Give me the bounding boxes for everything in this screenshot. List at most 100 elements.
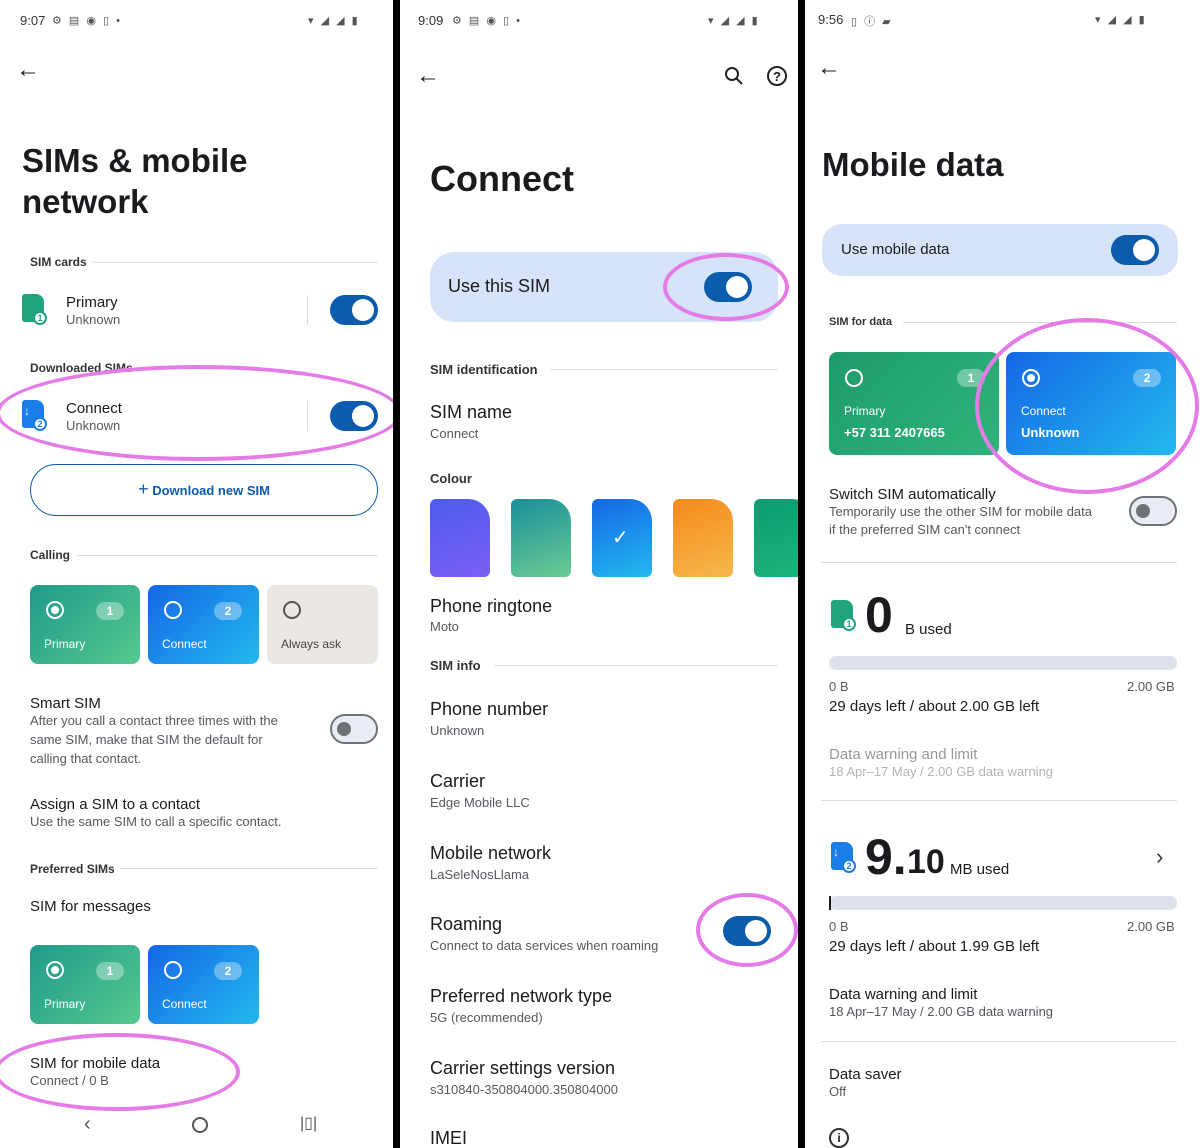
ringtone-value: Moto [430, 619, 459, 634]
sim-row-primary[interactable]: 1 Primary Unknown [0, 285, 393, 335]
status-system-icons: ▾ ◢ ◢ ▮ [308, 15, 360, 27]
sim-number-pill: 2 [214, 962, 242, 980]
data-saver-row[interactable]: Data saver Off [805, 1062, 1200, 1102]
use-mobile-data-row[interactable]: Use mobile data [822, 224, 1178, 276]
card-label: Primary [844, 404, 886, 418]
smart-sim-toggle[interactable] [330, 714, 378, 744]
plus-icon: + [138, 479, 149, 499]
use-sim-toggle[interactable] [704, 272, 752, 302]
carrier-settings-title: Carrier settings version [430, 1058, 616, 1078]
colour-swatch-green[interactable] [754, 499, 798, 577]
imei-title: IMEI [430, 1128, 468, 1148]
primary-sim-toggle[interactable] [330, 295, 378, 325]
calling-card-connect[interactable]: 2 Connect [148, 585, 259, 664]
messages-card-primary[interactable]: 1 Primary [30, 945, 140, 1024]
usage-left: 29 days left / about 2.00 GB left [829, 698, 1040, 715]
data-sim-card-primary[interactable]: 1 Primary +57 311 2407665 [829, 352, 999, 455]
sim-number-pill: 1 [96, 602, 124, 620]
sim-name-value: Connect [430, 426, 479, 441]
roaming-row[interactable]: Roaming Connect to data services when ro… [400, 910, 798, 956]
calling-card-always-ask[interactable]: Always ask [267, 585, 378, 664]
roaming-toggle[interactable] [723, 916, 771, 946]
sim-number-pill: 1 [957, 369, 985, 387]
usage-amount-decimal: 10 [907, 843, 945, 881]
back-arrow-icon[interactable]: ← [16, 58, 40, 82]
sim-slot-badge: 1 [33, 311, 47, 325]
data-saver-title: Data saver [829, 1066, 902, 1083]
carrier-value: Edge Mobile LLC [430, 795, 530, 810]
use-mobile-data-toggle[interactable] [1111, 235, 1159, 265]
back-arrow-icon[interactable]: ← [817, 56, 841, 80]
help-icon[interactable]: ? [767, 66, 787, 86]
section-divider [77, 555, 378, 556]
info-icon: i [829, 1128, 849, 1148]
use-this-sim-row[interactable]: Use this SIM [430, 252, 778, 322]
usage-max: 2.00 GB [1127, 679, 1175, 694]
carrier-settings-value: s310840-350804000.350804000 [430, 1082, 618, 1097]
sim-status: Unknown [66, 418, 121, 433]
usage-unit: MB used [950, 861, 1010, 878]
status-notification-icons: ⚙ ▤ ◉ ▯ • [52, 15, 122, 27]
assign-sim-row[interactable]: Assign a SIM to a contact Use the same S… [0, 790, 393, 836]
sim-name-row[interactable]: SIM name Connect [400, 398, 798, 444]
colour-swatch-orange[interactable] [673, 499, 733, 577]
calling-card-primary[interactable]: 1 Primary [30, 585, 140, 664]
sim-slot-badge: 1 [842, 617, 856, 631]
section-sim-identification: SIM identification [430, 362, 538, 377]
radio-unselected [164, 961, 182, 979]
status-time: 9:56 [818, 12, 844, 27]
phone-number-title: Phone number [430, 699, 549, 719]
download-arrow-icon: ↓ [833, 845, 839, 859]
mobile-network-value: LaSeleNosLlama [430, 867, 530, 882]
status-time: 9:07 [20, 13, 46, 28]
section-sim-info: SIM info [430, 658, 481, 673]
ringtone-row[interactable]: Phone ringtone Moto [400, 592, 798, 638]
data-warning-row-disabled: Data warning and limit 18 Apr–17 May / 2… [805, 742, 1200, 782]
switch-sim-desc: Temporarily use the other SIM for mobile… [829, 504, 1093, 519]
colour-label: Colour [430, 471, 472, 486]
data-sim-card-connect[interactable]: 2 Connect Unknown [1006, 352, 1176, 455]
nav-recents-icon[interactable]: |▯| [300, 1113, 317, 1133]
data-warning-row[interactable]: Data warning and limit 18 Apr–17 May / 2… [805, 982, 1200, 1022]
nav-back-icon[interactable]: ‹ [84, 1113, 91, 1136]
data-warning-title: Data warning and limit [829, 746, 978, 763]
radio-selected [1022, 369, 1040, 387]
radio-unselected [164, 601, 182, 619]
sim-row-connect[interactable]: ↓ 2 Connect Unknown [0, 391, 393, 441]
data-saver-value: Off [829, 1084, 847, 1099]
nav-home-icon[interactable] [192, 1117, 208, 1133]
switch-sim-automatically-row[interactable]: Switch SIM automatically Temporarily use… [805, 484, 1200, 540]
search-icon[interactable] [724, 66, 744, 86]
back-arrow-icon[interactable]: ← [416, 64, 440, 88]
network-type-row[interactable]: Preferred network type 5G (recommended) [400, 982, 798, 1028]
chevron-right-icon[interactable]: › [1156, 844, 1163, 870]
usage-min: 0 B [829, 919, 849, 934]
download-new-sim-button[interactable]: + Download new SIM [30, 464, 378, 516]
smart-sim-desc: same SIM, make that SIM the default for [30, 732, 263, 747]
assign-sim-desc: Use the same SIM to call a specific cont… [30, 814, 282, 829]
card-label: Connect [1021, 404, 1066, 418]
network-type-value: 5G (recommended) [430, 1010, 543, 1025]
messages-card-connect[interactable]: 2 Connect [148, 945, 259, 1024]
card-phone-number: Unknown [1021, 425, 1080, 440]
sim-number-pill: 1 [96, 962, 124, 980]
carrier-settings-row: Carrier settings version s310840-3508040… [400, 1054, 798, 1100]
card-label: Always ask [281, 637, 342, 651]
checkmark-icon: ✓ [612, 527, 629, 549]
sim-number-pill: 2 [214, 602, 242, 620]
carrier-title: Carrier [430, 771, 486, 791]
download-arrow-icon: ↓ [24, 404, 30, 418]
connect-sim-toggle[interactable] [330, 401, 378, 431]
colour-swatch-purple[interactable] [430, 499, 490, 577]
sim-for-mobile-data-row[interactable]: SIM for mobile data Connect / 0 B [0, 1050, 393, 1092]
smart-sim-desc: After you call a contact three times wit… [30, 713, 278, 728]
section-divider [92, 262, 378, 263]
roaming-desc: Connect to data services when roaming [430, 938, 659, 953]
roaming-title: Roaming [430, 914, 503, 934]
section-divider [494, 665, 778, 666]
use-mobile-data-label: Use mobile data [841, 241, 950, 258]
switch-sim-toggle[interactable] [1129, 496, 1177, 526]
colour-swatch-blue[interactable]: ✓ [592, 499, 652, 577]
colour-swatch-teal[interactable] [511, 499, 571, 577]
download-button-label: Download new SIM [152, 483, 270, 498]
